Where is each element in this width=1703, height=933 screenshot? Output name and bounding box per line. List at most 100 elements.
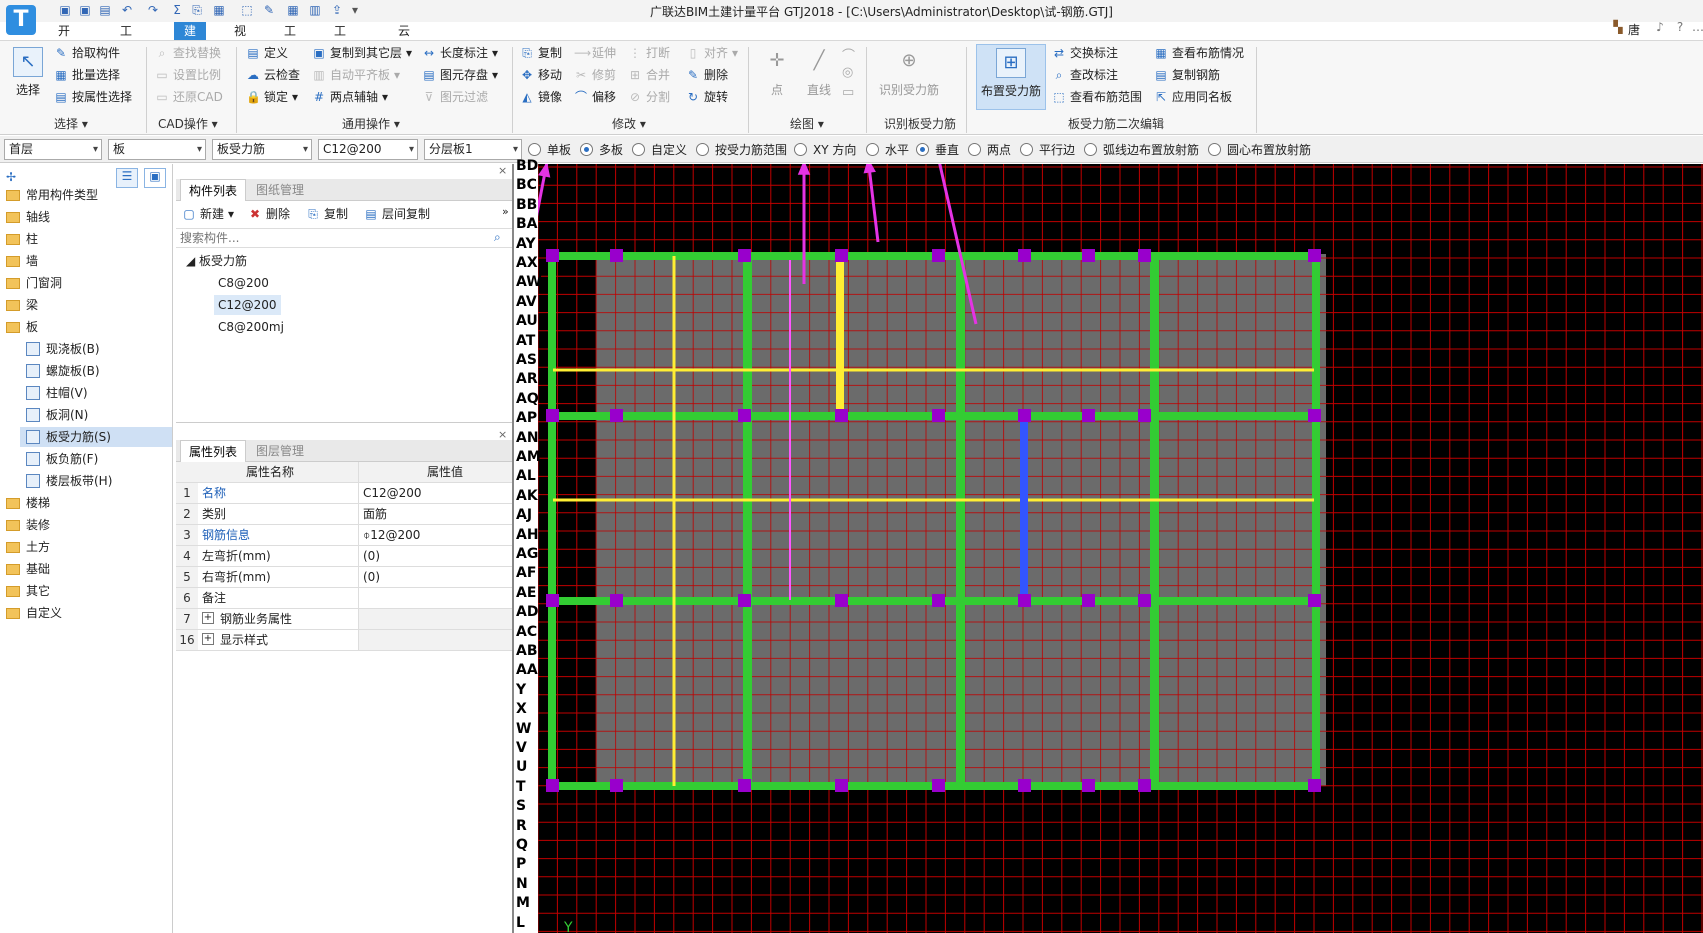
property-row[interactable]: 16 显示样式 + <box>176 630 512 651</box>
edit-label-button[interactable]: ⌕ 查改标注 <box>1052 66 1118 84</box>
set-scale-button[interactable]: ▭ 设置比例 <box>155 66 221 84</box>
line-button[interactable]: ╱ 直线 <box>802 47 836 98</box>
table-icon[interactable]: ▦ <box>212 3 226 17</box>
delete-button[interactable]: ✎ 删除 <box>686 66 728 84</box>
tree-opening[interactable]: 门窗洞 <box>6 273 62 293</box>
avatar-icon[interactable]: ▚ <box>1610 20 1626 36</box>
search-icon[interactable]: ⌕ <box>494 230 501 245</box>
property-row[interactable]: 3 钢筋信息 ⌽12@200 <box>176 525 512 546</box>
sum-icon[interactable]: Σ <box>170 3 184 17</box>
property-value[interactable]: 面筋 <box>358 504 512 524</box>
two-point-axis-button[interactable]: # 两点辅轴 ▾ <box>312 88 388 106</box>
select-by-attr-button[interactable]: ▤ 按属性选择 <box>54 88 132 106</box>
copy-button[interactable]: ⎘ 复制 <box>520 44 562 62</box>
tree-foundation[interactable]: 基础 <box>6 559 50 579</box>
help-icon[interactable]: ? <box>1672 20 1688 36</box>
dropdown-icon[interactable]: ▾ <box>348 3 362 17</box>
restore-cad-button[interactable]: ▭ 还原CAD <box>155 88 223 106</box>
tree-stairs[interactable]: 楼梯 <box>6 493 50 513</box>
place-rebar-button[interactable]: ⊞ 布置受力筋 <box>976 44 1046 110</box>
grid-view-icon[interactable]: ▣ <box>144 168 166 188</box>
offset-button[interactable]: ⌒ 偏移 <box>574 88 616 106</box>
extend-button[interactable]: ⟶ 延伸 <box>574 44 616 62</box>
break-button[interactable]: ⋮ 打断 <box>628 44 670 62</box>
property-row[interactable]: 6 备注 <box>176 588 512 609</box>
drawing-canvas[interactable]: Y <box>514 164 1703 933</box>
search-input[interactable] <box>176 228 512 248</box>
length-dim-button[interactable]: ↔ 长度标注 ▾ <box>422 44 498 62</box>
close-icon[interactable]: × <box>498 164 507 177</box>
radio-multi-slab[interactable]: 多板 <box>580 141 623 158</box>
align-button[interactable]: ▯ 对齐 ▾ <box>686 44 738 62</box>
cloud-check-button[interactable]: ☁ 云检查 <box>246 66 300 84</box>
move-button[interactable]: ✥ 移动 <box>520 66 562 84</box>
tab-tools[interactable]: 工具 <box>274 22 306 56</box>
property-value[interactable]: C12@200 <box>358 483 512 503</box>
radio-custom[interactable]: 自定义 <box>632 141 687 158</box>
element-filter-button[interactable]: ⊽ 图元过滤 <box>422 88 488 106</box>
property-row[interactable]: 5 右弯折(mm) (0) <box>176 567 512 588</box>
tree-custom[interactable]: 自定义 <box>6 603 62 623</box>
mirror-button[interactable]: ◭ 镜像 <box>520 88 562 106</box>
tree-other[interactable]: 其它 <box>6 581 50 601</box>
auto-align-slab-button[interactable]: ▥ 自动平齐板 ▾ <box>312 66 400 84</box>
copy-icon[interactable]: ⎘ <box>190 3 204 17</box>
copy-component-button[interactable]: ⎘ 复制 <box>306 205 348 223</box>
tree-decoration[interactable]: 装修 <box>6 515 50 535</box>
grid-icon[interactable]: ▦ <box>286 3 300 17</box>
property-value[interactable]: (0) <box>358 546 512 566</box>
category-select[interactable]: 板 <box>108 139 206 160</box>
property-row[interactable]: 4 左弯折(mm) (0) <box>176 546 512 567</box>
app-logo-icon[interactable]: T <box>6 5 36 35</box>
save-element-button[interactable]: ▤ 图元存盘 ▾ <box>422 66 498 84</box>
box-icon[interactable]: ⬚ <box>240 3 254 17</box>
split-button[interactable]: ⊘ 分割 <box>628 88 670 106</box>
redo-icon[interactable]: ↷ <box>146 3 160 17</box>
spec-select[interactable]: C12@200 <box>318 139 418 160</box>
tree-sub-cast-slab[interactable]: 现浇板(B) <box>26 339 100 359</box>
trim-button[interactable]: ✂ 修剪 <box>574 66 616 84</box>
tree-sub-slab-strip[interactable]: 楼层板带(H) <box>26 471 112 491</box>
define-button[interactable]: ▤ 定义 <box>246 44 288 62</box>
delete-component-button[interactable]: ✖ 删除 <box>248 205 290 223</box>
tab-drawing-management[interactable]: 图纸管理 <box>248 179 312 201</box>
tree-sub-negative-rebar[interactable]: 板负筋(F) <box>26 449 98 469</box>
property-row[interactable]: 7 钢筋业务属性 + <box>176 609 512 630</box>
tab-project-settings[interactable]: 工程设置 <box>110 22 142 92</box>
tree-sub-slab-hole[interactable]: 板洞(N) <box>26 405 88 425</box>
radio-single-slab[interactable]: 单板 <box>528 141 571 158</box>
tree-slab[interactable]: 板 <box>6 317 38 337</box>
radio-center[interactable]: 圆心布置放射筋 <box>1208 141 1311 158</box>
open-icon[interactable]: ▤ <box>98 3 112 17</box>
list-item-selected[interactable]: C12@200 <box>214 295 281 315</box>
chat-icon[interactable]: … <box>1690 20 1703 36</box>
arc-icon[interactable]: ⌒ <box>842 45 855 64</box>
view-layout-button[interactable]: ▦ 查看布筋情况 <box>1154 44 1244 62</box>
radio-by-range[interactable]: 按受力筋范围 <box>696 141 787 158</box>
expand-icon[interactable]: + <box>202 633 214 645</box>
rotate-button[interactable]: ↻ 旋转 <box>686 88 728 106</box>
bell-icon[interactable]: ♪ <box>1652 20 1668 36</box>
copy-to-layer-button[interactable]: ▣ 复制到其它层 ▾ <box>312 44 412 62</box>
tree-axis[interactable]: 轴线 <box>6 207 50 227</box>
rect-icon[interactable]: ▭ <box>842 85 854 100</box>
save-as-icon[interactable]: ▣ <box>78 3 92 17</box>
list-item[interactable]: C8@200 <box>214 273 273 293</box>
tree-column[interactable]: 柱 <box>6 229 38 249</box>
lock-button[interactable]: 🔒 锁定 ▾ <box>246 88 298 106</box>
tab-quantity[interactable]: 工程量 <box>324 22 356 74</box>
floor-select[interactable]: 首层 <box>4 139 102 160</box>
merge-button[interactable]: ⊞ 合并 <box>628 66 670 84</box>
property-value[interactable]: ⌽12@200 <box>358 525 512 545</box>
pin-icon[interactable]: ✢ <box>6 170 16 184</box>
tree-beam[interactable]: 梁 <box>6 295 38 315</box>
identify-rebar-button[interactable]: ⊕ 识别受力筋 <box>876 47 942 98</box>
property-row[interactable]: 2 类别 面筋 <box>176 504 512 525</box>
type-select[interactable]: 板受力筋 <box>212 139 312 160</box>
circle-icon[interactable]: ◎ <box>842 65 853 80</box>
canvas-svg[interactable]: Y <box>514 164 1703 933</box>
find-replace-button[interactable]: ⌕ 查找替换 <box>155 44 221 62</box>
tab-component-list[interactable]: 构件列表 <box>180 179 247 201</box>
expand-icon[interactable]: + <box>202 612 214 624</box>
radio-vertical[interactable]: 垂直 <box>916 141 959 158</box>
